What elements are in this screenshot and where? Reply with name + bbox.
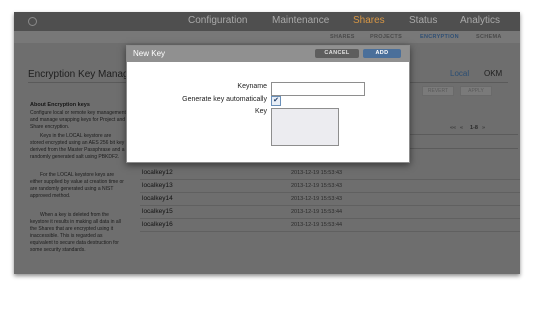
key-name: localkey16 — [142, 221, 173, 228]
nav-configuration[interactable]: Configuration — [188, 15, 247, 26]
key-date: 2013-12-19 15:53:43 — [291, 170, 343, 176]
tab-local[interactable]: Local — [450, 69, 469, 78]
subnav-schema[interactable]: SCHEMA — [476, 34, 502, 40]
sidebar-paragraph: Configure local or remote key management… — [30, 110, 126, 130]
subnav-encryption[interactable]: ENCRYPTION — [420, 34, 459, 40]
revert-button[interactable]: REVERT — [422, 86, 454, 96]
cancel-button[interactable]: CANCEL — [315, 49, 359, 58]
key-name: localkey14 — [142, 195, 173, 202]
key-date: 2013-12-19 15:53:44 — [291, 222, 343, 228]
pager-range: 1-8 — [470, 125, 478, 131]
pager-first-icon[interactable]: «« — [450, 125, 456, 131]
new-key-dialog: New Key CANCEL ADD Keyname Generate key … — [126, 45, 410, 163]
keyname-label: Keyname — [237, 83, 267, 90]
key-date: 2013-12-19 15:53:44 — [291, 209, 343, 215]
generate-key-label: Generate key automatically — [182, 96, 267, 103]
subnav-projects[interactable]: PROJECTS — [370, 34, 402, 40]
key-label: Key — [254, 108, 267, 115]
subnav-shares[interactable]: SHARES — [330, 34, 355, 40]
table-row[interactable]: localkey16 2013-12-19 15:53:44 — [140, 219, 520, 232]
sidebar-heading: About Encryption keys — [30, 102, 90, 108]
apply-button[interactable]: APPLY — [460, 86, 492, 96]
logo-icon — [28, 17, 37, 26]
add-button[interactable]: ADD — [363, 49, 401, 58]
table-row[interactable]: localkey13 2013-12-19 15:53:43 — [140, 180, 520, 193]
nav-status[interactable]: Status — [409, 15, 437, 26]
sub-navigation-bar: SHARES PROJECTS ENCRYPTION SCHEMA — [14, 31, 520, 43]
sidebar-paragraph: Keys in the LOCAL keystore are stored en… — [30, 133, 125, 160]
nav-maintenance[interactable]: Maintenance — [272, 15, 329, 26]
table-row[interactable]: localkey15 2013-12-19 15:53:44 — [140, 206, 520, 219]
key-textarea[interactable] — [271, 108, 339, 146]
pager-prev-icon[interactable]: « — [460, 125, 463, 131]
keyname-input[interactable] — [271, 82, 365, 96]
dialog-header: New Key CANCEL ADD — [127, 46, 409, 62]
key-name: localkey15 — [142, 208, 173, 215]
key-name: localkey13 — [142, 182, 173, 189]
sidebar-paragraph: When a key is deleted from the keystore … — [30, 212, 121, 253]
table-row[interactable]: localkey14 2013-12-19 15:53:43 — [140, 193, 520, 206]
dialog-title: New Key — [133, 49, 166, 58]
page-title: Encryption Key Manage — [28, 69, 135, 80]
table-row[interactable]: localkey12 2013-12-19 15:53:43 — [140, 167, 520, 180]
nav-analytics[interactable]: Analytics — [460, 15, 500, 26]
nav-shares[interactable]: Shares — [353, 15, 385, 26]
key-date: 2013-12-19 15:53:43 — [291, 196, 343, 202]
generate-key-checkbox[interactable]: ✔ — [271, 96, 281, 106]
key-date: 2013-12-19 15:53:43 — [291, 183, 343, 189]
pager-next-icon[interactable]: » — [482, 125, 485, 131]
key-name: localkey12 — [142, 169, 173, 176]
sidebar-paragraph: For the LOCAL keystore keys are either s… — [30, 172, 124, 199]
top-navigation-bar: Configuration Maintenance Shares Status … — [14, 12, 520, 31]
tab-okm[interactable]: OKM — [484, 69, 502, 78]
